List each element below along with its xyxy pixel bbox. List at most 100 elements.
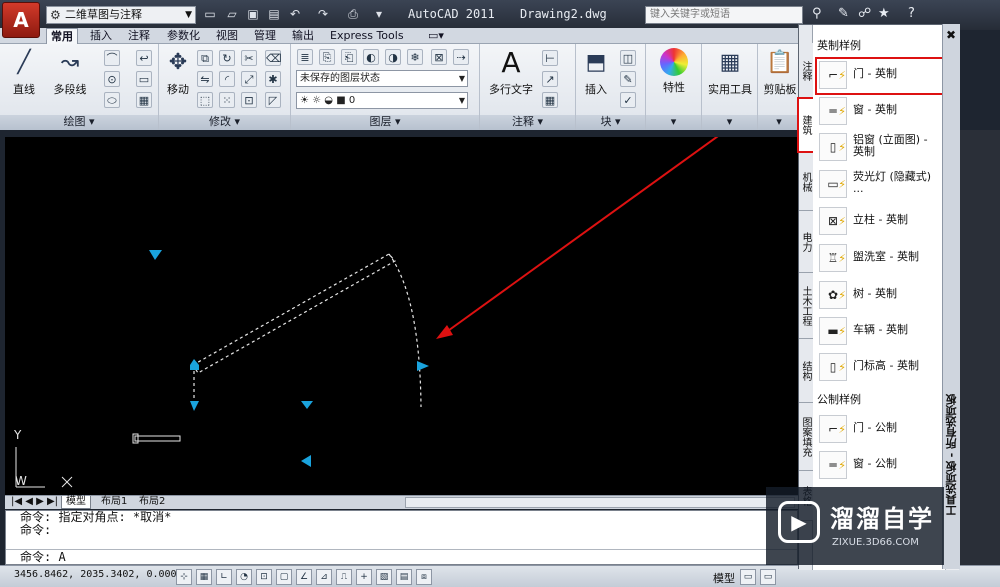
layer-lock-icon[interactable]: ⊠ [431, 49, 447, 65]
polyline-button[interactable]: ↝ 多段线 [44, 48, 96, 97]
open-file-icon[interactable]: ▱ [225, 7, 239, 22]
layers-group-label[interactable]: 图层 ▾ [291, 115, 479, 130]
palette-title-bar[interactable]: 工具选项板 - 所有选项板 [942, 24, 960, 569]
layer-dropdown[interactable]: ☀ ☼ ◒ ■ 0 ▼ [296, 92, 468, 109]
rotate-icon[interactable]: ↻ [219, 50, 235, 66]
close-icon[interactable]: ✖ [946, 28, 956, 42]
tab-parametric[interactable]: 参数化 [163, 28, 204, 44]
plot-icon[interactable]: ⎙ [346, 7, 360, 22]
palette-tab-hatch[interactable]: 图案填充 [799, 403, 813, 471]
tab-model[interactable]: 模型 [61, 496, 91, 509]
rectangle-icon[interactable]: ▭ [136, 71, 152, 87]
tab-express-tools[interactable]: Express Tools [326, 28, 408, 44]
command-input[interactable]: 命令: A [6, 551, 66, 564]
insert-button[interactable]: ⬒ 插入 [578, 48, 614, 97]
palette-item-vehicle[interactable]: ▬ ⚡ 车辆 - 英制 [819, 317, 945, 347]
chamfer-icon[interactable]: ◸ [265, 92, 281, 108]
create-block-icon[interactable]: ◫ [620, 50, 636, 66]
layer-properties-icon[interactable]: ≣ [297, 49, 313, 65]
modify-group-label[interactable]: 修改 ▾ [159, 115, 290, 130]
mirror-icon[interactable]: ⇋ [197, 71, 213, 87]
lineweight-icon[interactable]: + [356, 569, 372, 585]
attribute-icon[interactable]: ✓ [620, 92, 636, 108]
osnap-icon[interactable]: ⊡ [256, 569, 272, 585]
arc-icon[interactable]: ⌒ [104, 50, 120, 66]
quick-view-layouts-icon[interactable]: ▭ [740, 569, 756, 585]
leader-icon[interactable]: ↗ [542, 71, 558, 87]
palette-item-aluminum-window[interactable]: ▯ ⚡ 铝窗 (立面图) - 英制 [819, 133, 945, 163]
grid-icon[interactable]: ▦ [196, 569, 212, 585]
command-line[interactable]: 命令: 指定对角点: *取消* 命令: 命令: A [5, 510, 798, 565]
undo-icon[interactable]: ↶ [288, 7, 302, 22]
palette-item-toilet[interactable]: ♖ ⚡ 盥洗室 - 英制 [819, 244, 945, 274]
erase-icon[interactable]: ⌫ [265, 50, 282, 66]
layer-freeze-icon[interactable]: ❄ [407, 49, 423, 65]
tab-layout2[interactable]: 布局2 [135, 496, 169, 509]
tab-insert[interactable]: 插入 [86, 28, 116, 44]
new-file-icon[interactable]: ▭ [203, 7, 217, 22]
palette-tab-annotation[interactable]: 注释 [799, 43, 813, 99]
star-icon[interactable]: ★ [878, 6, 890, 21]
palette-item-door-metric[interactable]: ⌐ ⚡ 门 - 公制 [819, 415, 945, 445]
palette-item-door-elevation[interactable]: ▯ ⚡ 门标高 - 英制 [819, 353, 945, 383]
transparency-icon[interactable]: ▧ [376, 569, 392, 585]
fillet-icon[interactable]: ◜ [219, 71, 235, 87]
layer-walk-icon[interactable]: ⇢ [453, 49, 469, 65]
snap-icon[interactable]: ⊹ [176, 569, 192, 585]
scale-icon[interactable]: ⬚ [197, 92, 213, 108]
palette-item-column[interactable]: ⊠ ⚡ 立柱 - 英制 [819, 207, 945, 237]
application-menu-button[interactable]: A [2, 2, 40, 38]
dimension-icon[interactable]: ⊢ [542, 50, 558, 66]
search-input[interactable]: 键入关键字或短语 [645, 6, 803, 24]
layout-nav-arrows[interactable]: |◀ ◀ ▶ ▶| [7, 496, 62, 509]
move-button[interactable]: ✥ 移动 [161, 48, 195, 97]
palette-item-window-imperial[interactable]: ═ ⚡ 窗 - 英制 [819, 97, 945, 127]
palette-tab-mechanical[interactable]: 机械 [799, 153, 813, 211]
annotation-group-label[interactable]: 注释 ▾ [480, 115, 575, 130]
table-icon[interactable]: ▦ [542, 92, 558, 108]
space-label[interactable]: 模型 [713, 570, 735, 586]
line-button[interactable]: ╱ 直线 [6, 48, 42, 97]
offset-icon[interactable]: ⊡ [241, 92, 257, 108]
ortho-icon[interactable]: ∟ [216, 569, 232, 585]
quick-props-icon[interactable]: ▤ [396, 569, 412, 585]
block-group-label[interactable]: 块 ▾ [576, 115, 645, 130]
tab-output[interactable]: 输出 [288, 28, 318, 44]
layer-match-icon[interactable]: ⎗ [341, 49, 357, 65]
tab-view[interactable]: 视图 [212, 28, 242, 44]
rectangle-spline-icon[interactable]: ↩ [136, 50, 152, 66]
palette-item-tree[interactable]: ✿ ⚡ 树 - 英制 [819, 281, 945, 311]
binoculars-icon[interactable]: ⚲ [812, 6, 822, 21]
workspace-dropdown[interactable]: ⚙ 二维草图与注释 ▼ [46, 6, 196, 24]
explode-icon[interactable]: ✱ [265, 71, 281, 87]
clipboard-group-label[interactable]: ▾ [758, 115, 800, 130]
circle-icon[interactable]: ⊙ [104, 71, 120, 87]
mtext-button[interactable]: A 多行文字 [486, 48, 536, 97]
palette-item-door-imperial[interactable]: ⌐ ⚡ 门 - 英制 [815, 57, 949, 95]
palette-item-window-metric[interactable]: ═ ⚡ 窗 - 公制 [819, 451, 945, 481]
3d-osnap-icon[interactable]: ▢ [276, 569, 292, 585]
copy-icon[interactable]: ⧉ [197, 50, 213, 66]
properties-group-label[interactable]: ▾ [646, 115, 701, 130]
selection-cycling-icon[interactable]: ⧈ [416, 569, 432, 585]
drawing-canvas[interactable]: Y W [5, 137, 798, 495]
ellipse-icon[interactable]: ⬭ [104, 92, 120, 108]
draw-group-label[interactable]: 绘图 ▾ [0, 115, 158, 130]
layer-state-dropdown[interactable]: 未保存的图层状态 ▼ [296, 70, 468, 87]
community-icon[interactable]: ☍ [858, 6, 871, 21]
array-icon[interactable]: ⁙ [219, 92, 235, 108]
layer-state-icon[interactable]: ⎘ [319, 49, 335, 65]
wrench-icon[interactable]: ✎ [838, 6, 849, 21]
layer-off-icon[interactable]: ◐ [363, 49, 379, 65]
qat-customize-icon[interactable]: ▾ [372, 7, 386, 22]
ribbon-minimize-icon[interactable]: ▭▾ [424, 28, 448, 44]
hatch-icon[interactable]: ▦ [136, 92, 152, 108]
horizontal-scrollbar[interactable] [405, 497, 795, 508]
layer-isolate-icon[interactable]: ◑ [385, 49, 401, 65]
edit-block-icon[interactable]: ✎ [620, 71, 636, 87]
stretch-icon[interactable]: ⤢ [241, 71, 257, 87]
redo-icon[interactable]: ↷ [316, 7, 330, 22]
palette-tab-structural[interactable]: 结构 [799, 339, 813, 403]
utilities-button[interactable]: ▦ 实用工具 [704, 48, 756, 97]
dyn-icon[interactable]: ⎍ [336, 569, 352, 585]
